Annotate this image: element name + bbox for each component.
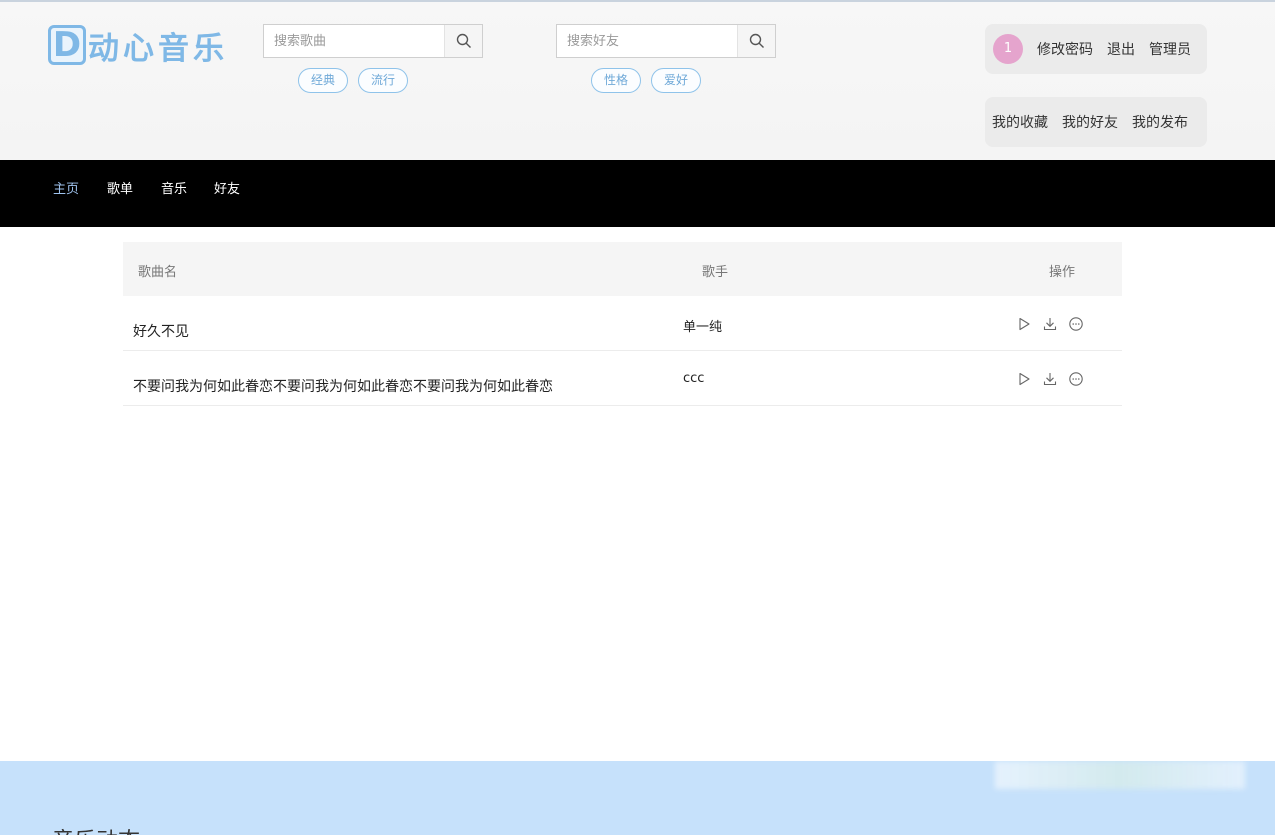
download-icon[interactable]	[1042, 316, 1058, 332]
main-nav: 主页 歌单 音乐 好友	[0, 160, 1275, 227]
nav-item-friends[interactable]: 好友	[214, 178, 240, 197]
friend-search-input[interactable]	[557, 25, 737, 57]
song-tag-pop[interactable]: 流行	[358, 68, 409, 93]
logout-link[interactable]: 退出	[1107, 39, 1135, 59]
friend-search-box	[556, 24, 776, 58]
search-icon	[749, 33, 764, 48]
song-name[interactable]: 好久不见	[133, 321, 189, 341]
row-actions	[1016, 371, 1084, 387]
song-tag-classic[interactable]: 经典	[298, 68, 349, 93]
logo-text: 动心音乐	[88, 30, 228, 67]
logo-letter: D	[48, 25, 86, 65]
header-singer: 歌手	[702, 265, 729, 280]
song-tags: 经典 流行	[298, 68, 409, 93]
song-name[interactable]: 不要问我为何如此眷恋不要问我为何如此眷恋不要问我为何如此眷恋	[133, 376, 553, 396]
footer: 音乐动态	[0, 761, 1275, 835]
logo[interactable]: D 动心音乐	[48, 24, 228, 67]
table-row[interactable]: 好久不见 单一纯	[123, 296, 1122, 351]
friend-tags: 性格 爱好	[591, 68, 702, 93]
my-friends-link[interactable]: 我的好友	[1062, 112, 1118, 132]
friend-tag-personality[interactable]: 性格	[591, 68, 642, 93]
song-search-input[interactable]	[264, 25, 444, 57]
my-posts-link[interactable]: 我的发布	[1132, 112, 1188, 132]
song-search-button[interactable]	[444, 25, 482, 57]
footer-decoration	[995, 761, 1245, 789]
more-icon[interactable]	[1068, 371, 1084, 387]
table-header: 歌曲名 歌手 操作	[123, 242, 1122, 296]
my-favorites-link[interactable]: 我的收藏	[992, 112, 1048, 132]
play-icon[interactable]	[1016, 371, 1032, 387]
friend-search-button[interactable]	[737, 25, 775, 57]
nav-item-home[interactable]: 主页	[53, 178, 79, 197]
my-panel: 我的收藏 我的好友 我的发布	[985, 97, 1207, 147]
search-icon	[456, 33, 471, 48]
admin-link[interactable]: 管理员	[1149, 39, 1191, 59]
singer-name[interactable]: 单一纯	[683, 316, 722, 335]
header-song-name: 歌曲名	[138, 265, 178, 280]
singer-name[interactable]: ccc	[683, 371, 704, 386]
change-password-link[interactable]: 修改密码	[1037, 39, 1093, 59]
notification-badge[interactable]: 1	[993, 34, 1023, 64]
footer-title: 音乐动态	[52, 823, 140, 835]
header-ops: 操作	[1049, 265, 1076, 280]
friend-tag-hobby[interactable]: 爱好	[651, 68, 702, 93]
header: D 动心音乐 经典 流行 性格 爱好 1 修改密码 退出 管理员	[0, 2, 1275, 160]
download-icon[interactable]	[1042, 371, 1058, 387]
user-panel: 1 修改密码 退出 管理员	[985, 24, 1207, 74]
nav-item-music[interactable]: 音乐	[161, 178, 187, 197]
song-table: 歌曲名 歌手 操作 好久不见 单一纯 不要问我为何如此眷恋不要问我为何如此眷恋不…	[123, 242, 1122, 406]
song-search-box	[263, 24, 483, 58]
nav-item-playlist[interactable]: 歌单	[107, 178, 133, 197]
more-icon[interactable]	[1068, 316, 1084, 332]
row-actions	[1016, 316, 1084, 332]
play-icon[interactable]	[1016, 316, 1032, 332]
table-row[interactable]: 不要问我为何如此眷恋不要问我为何如此眷恋不要问我为何如此眷恋 ccc	[123, 351, 1122, 406]
